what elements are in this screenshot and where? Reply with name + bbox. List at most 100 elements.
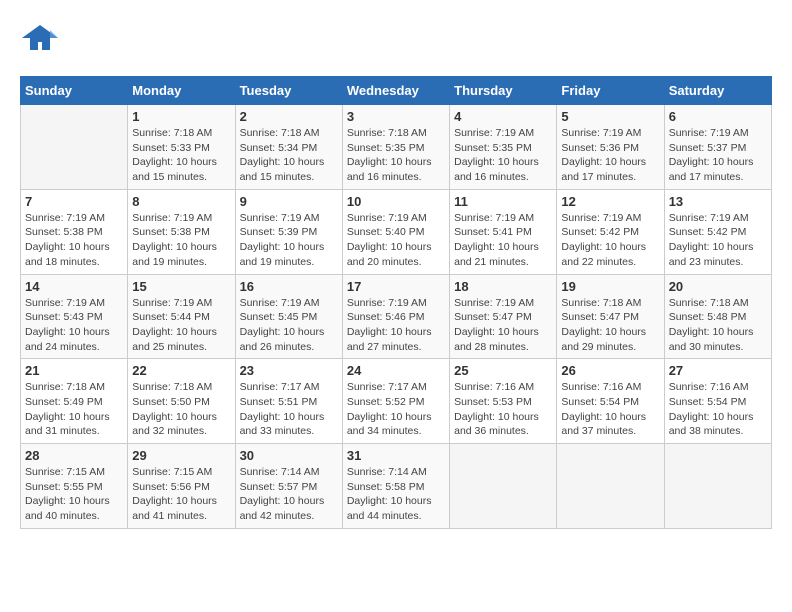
day-number: 16 (240, 279, 338, 294)
day-number: 19 (561, 279, 659, 294)
calendar-week-row: 7Sunrise: 7:19 AMSunset: 5:38 PMDaylight… (21, 189, 772, 274)
day-number: 21 (25, 363, 123, 378)
calendar-cell: 10 Sunrise: 7:19 AMSunset: 5:40 PMDayligh… (342, 189, 449, 274)
day-number: 13 (669, 194, 767, 209)
day-info: Sunrise: 7:15 AMSunset: 5:55 PMDaylight:… (25, 465, 123, 524)
day-info: Sunrise: 7:19 AMSunset: 5:35 PMDaylight:… (454, 126, 552, 185)
day-number: 1 (132, 109, 230, 124)
day-number: 5 (561, 109, 659, 124)
calendar-cell: 15 Sunrise: 7:19 AMSunset: 5:44 PMDayligh… (128, 274, 235, 359)
calendar-cell: 30 Sunrise: 7:14 AMSunset: 5:57 PMDayligh… (235, 444, 342, 529)
calendar-cell: 23Sunrise: 7:17 AMSunset: 5:51 PMDayligh… (235, 359, 342, 444)
calendar-cell: 26 Sunrise: 7:16 AMSunset: 5:54 PMDayligh… (557, 359, 664, 444)
day-info: Sunrise: 7:18 AMSunset: 5:49 PMDaylight:… (25, 380, 123, 439)
calendar-week-row: 21 Sunrise: 7:18 AMSunset: 5:49 PMDayligh… (21, 359, 772, 444)
calendar-cell (557, 444, 664, 529)
logo (20, 20, 64, 60)
day-info: Sunrise: 7:19 AMSunset: 5:45 PMDaylight:… (240, 296, 338, 355)
day-number: 29 (132, 448, 230, 463)
calendar-cell: 17 Sunrise: 7:19 AMSunset: 5:46 PMDayligh… (342, 274, 449, 359)
day-info: Sunrise: 7:16 AMSunset: 5:54 PMDaylight:… (561, 380, 659, 439)
day-number: 10 (347, 194, 445, 209)
calendar-cell: 20 Sunrise: 7:18 AMSunset: 5:48 PMDayligh… (664, 274, 771, 359)
day-info: Sunrise: 7:19 AMSunset: 5:47 PMDaylight:… (454, 296, 552, 355)
calendar-cell: 11 Sunrise: 7:19 AMSunset: 5:41 PMDayligh… (450, 189, 557, 274)
day-info: Sunrise: 7:18 AMSunset: 5:33 PMDaylight:… (132, 126, 230, 185)
calendar-cell: 9 Sunrise: 7:19 AMSunset: 5:39 PMDaylight… (235, 189, 342, 274)
day-info: Sunrise: 7:19 AMSunset: 5:41 PMDaylight:… (454, 211, 552, 270)
calendar-cell: 12 Sunrise: 7:19 AMSunset: 5:42 PMDayligh… (557, 189, 664, 274)
calendar-cell: 21 Sunrise: 7:18 AMSunset: 5:49 PMDayligh… (21, 359, 128, 444)
day-info: Sunrise: 7:19 AMSunset: 5:46 PMDaylight:… (347, 296, 445, 355)
calendar-cell: 27 Sunrise: 7:16 AMSunset: 5:54 PMDayligh… (664, 359, 771, 444)
day-number: 17 (347, 279, 445, 294)
calendar-cell (664, 444, 771, 529)
column-header-wednesday: Wednesday (342, 77, 449, 105)
calendar-cell: 2 Sunrise: 7:18 AMSunset: 5:34 PMDaylight… (235, 105, 342, 190)
day-info: Sunrise: 7:19 AMSunset: 5:40 PMDaylight:… (347, 211, 445, 270)
day-number: 4 (454, 109, 552, 124)
column-header-tuesday: Tuesday (235, 77, 342, 105)
day-info: Sunrise: 7:15 AMSunset: 5:56 PMDaylight:… (132, 465, 230, 524)
day-info: Sunrise: 7:17 AMSunset: 5:52 PMDaylight:… (347, 380, 445, 439)
column-header-thursday: Thursday (450, 77, 557, 105)
calendar-cell: 25Sunrise: 7:16 AMSunset: 5:53 PMDayligh… (450, 359, 557, 444)
day-number: 3 (347, 109, 445, 124)
calendar-week-row: 14Sunrise: 7:19 AMSunset: 5:43 PMDayligh… (21, 274, 772, 359)
day-info: Sunrise: 7:18 AMSunset: 5:47 PMDaylight:… (561, 296, 659, 355)
calendar-cell: 19 Sunrise: 7:18 AMSunset: 5:47 PMDayligh… (557, 274, 664, 359)
day-info: Sunrise: 7:19 AMSunset: 5:43 PMDaylight:… (25, 296, 123, 355)
calendar-cell: 7Sunrise: 7:19 AMSunset: 5:38 PMDaylight… (21, 189, 128, 274)
column-header-monday: Monday (128, 77, 235, 105)
day-number: 15 (132, 279, 230, 294)
day-number: 12 (561, 194, 659, 209)
column-header-saturday: Saturday (664, 77, 771, 105)
day-info: Sunrise: 7:18 AMSunset: 5:48 PMDaylight:… (669, 296, 767, 355)
calendar-table: SundayMondayTuesdayWednesdayThursdayFrid… (20, 76, 772, 529)
calendar-cell: 3 Sunrise: 7:18 AMSunset: 5:35 PMDaylight… (342, 105, 449, 190)
day-info: Sunrise: 7:18 AMSunset: 5:34 PMDaylight:… (240, 126, 338, 185)
day-number: 31 (347, 448, 445, 463)
page-header (20, 20, 772, 60)
day-info: Sunrise: 7:19 AMSunset: 5:38 PMDaylight:… (25, 211, 123, 270)
day-info: Sunrise: 7:19 AMSunset: 5:42 PMDaylight:… (561, 211, 659, 270)
calendar-cell: 4 Sunrise: 7:19 AMSunset: 5:35 PMDaylight… (450, 105, 557, 190)
day-number: 18 (454, 279, 552, 294)
day-number: 9 (240, 194, 338, 209)
calendar-cell (21, 105, 128, 190)
day-number: 11 (454, 194, 552, 209)
calendar-cell: 5 Sunrise: 7:19 AMSunset: 5:36 PMDaylight… (557, 105, 664, 190)
day-info: Sunrise: 7:19 AMSunset: 5:44 PMDaylight:… (132, 296, 230, 355)
day-number: 30 (240, 448, 338, 463)
day-info: Sunrise: 7:19 AMSunset: 5:42 PMDaylight:… (669, 211, 767, 270)
day-number: 2 (240, 109, 338, 124)
day-number: 20 (669, 279, 767, 294)
calendar-cell: 1 Sunrise: 7:18 AMSunset: 5:33 PMDaylight… (128, 105, 235, 190)
calendar-cell: 24Sunrise: 7:17 AMSunset: 5:52 PMDayligh… (342, 359, 449, 444)
calendar-cell: 13 Sunrise: 7:19 AMSunset: 5:42 PMDayligh… (664, 189, 771, 274)
day-number: 26 (561, 363, 659, 378)
calendar-cell: 22Sunrise: 7:18 AMSunset: 5:50 PMDayligh… (128, 359, 235, 444)
day-number: 27 (669, 363, 767, 378)
day-info: Sunrise: 7:19 AMSunset: 5:39 PMDaylight:… (240, 211, 338, 270)
calendar-cell: 8 Sunrise: 7:19 AMSunset: 5:38 PMDaylight… (128, 189, 235, 274)
calendar-week-row: 28 Sunrise: 7:15 AMSunset: 5:55 PMDayligh… (21, 444, 772, 529)
day-info: Sunrise: 7:19 AMSunset: 5:38 PMDaylight:… (132, 211, 230, 270)
column-header-friday: Friday (557, 77, 664, 105)
day-info: Sunrise: 7:16 AMSunset: 5:54 PMDaylight:… (669, 380, 767, 439)
day-info: Sunrise: 7:18 AMSunset: 5:50 PMDaylight:… (132, 380, 230, 439)
day-number: 25 (454, 363, 552, 378)
day-info: Sunrise: 7:18 AMSunset: 5:35 PMDaylight:… (347, 126, 445, 185)
day-number: 8 (132, 194, 230, 209)
calendar-cell: 16 Sunrise: 7:19 AMSunset: 5:45 PMDayligh… (235, 274, 342, 359)
day-info: Sunrise: 7:17 AMSunset: 5:51 PMDaylight:… (240, 380, 338, 439)
calendar-cell: 31Sunrise: 7:14 AMSunset: 5:58 PMDayligh… (342, 444, 449, 529)
day-number: 6 (669, 109, 767, 124)
calendar-week-row: 1 Sunrise: 7:18 AMSunset: 5:33 PMDaylight… (21, 105, 772, 190)
calendar-cell: 29 Sunrise: 7:15 AMSunset: 5:56 PMDayligh… (128, 444, 235, 529)
calendar-cell (450, 444, 557, 529)
day-number: 28 (25, 448, 123, 463)
day-info: Sunrise: 7:14 AMSunset: 5:57 PMDaylight:… (240, 465, 338, 524)
day-info: Sunrise: 7:19 AMSunset: 5:36 PMDaylight:… (561, 126, 659, 185)
column-header-sunday: Sunday (21, 77, 128, 105)
